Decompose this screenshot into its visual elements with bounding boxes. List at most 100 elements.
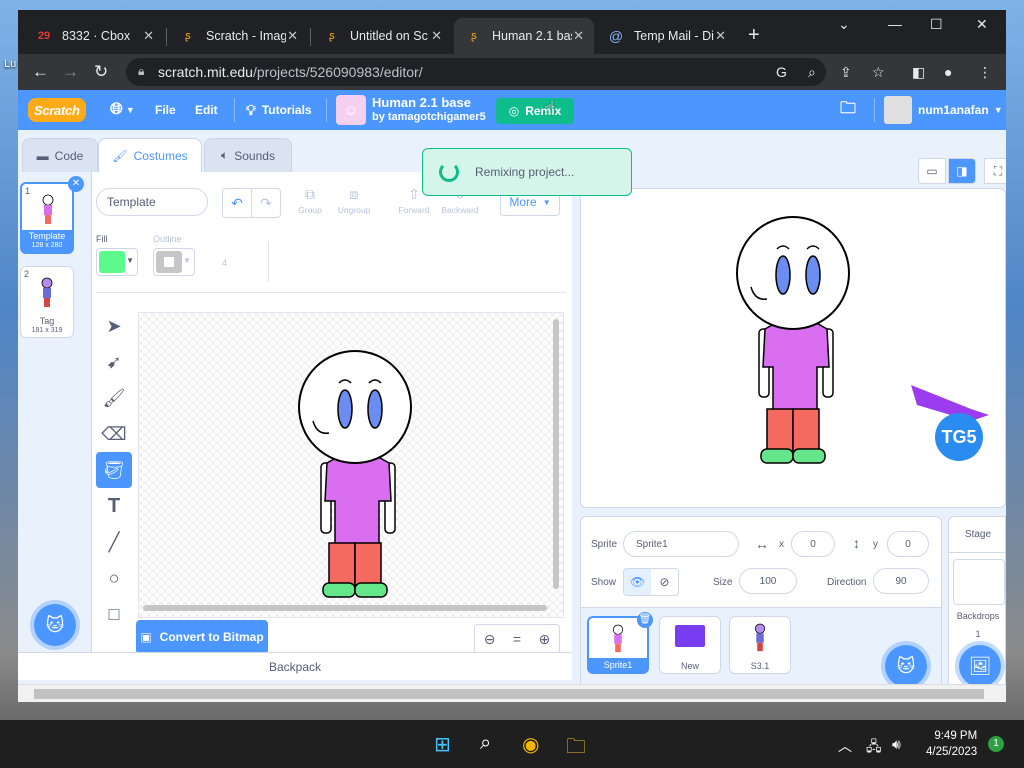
delete-costume-icon[interactable]: ✕ [68,176,84,192]
reshape-icon[interactable]: ➹ [96,344,132,380]
line-tool-icon[interactable]: ╱ [96,524,132,560]
undo-icon[interactable]: ↶ [222,188,252,218]
fill-color-picker[interactable]: ▼ [96,248,138,276]
costume-item-template[interactable]: 1 Template 128 x 280 ✕ [20,176,84,254]
close-window-icon[interactable]: ✕ [976,16,988,33]
stage-selector[interactable]: Stage Backdrops 1 🖼︎ [948,516,1006,698]
tutorials-button[interactable]: 💡︎ Tutorials [246,90,312,130]
tab-cbox[interactable]: 29 8332 · Cbox ✕ [24,18,164,54]
zoom-in-icon[interactable]: ⊕ [539,631,551,648]
select-arrow-icon[interactable]: ➤ [96,308,132,344]
google-g-icon[interactable]: G [776,64,787,80]
sprite-thumb-sprite1[interactable]: Sprite1 🗑︎ [587,612,653,674]
remix-button[interactable]: ◎ Remix [496,98,574,124]
drawing-canvas[interactable] [138,312,564,618]
canvas-horizontal-scrollbar[interactable] [143,605,547,611]
tab-costumes[interactable]: 🖌︎ Costumes [98,138,202,172]
project-info[interactable]: ☺ Human 2.1 base by tamagotchigamer5 [336,90,486,130]
fill-bucket-icon[interactable]: 🪣︎ [96,452,132,488]
small-stage-icon[interactable]: ▭ [918,158,946,184]
large-stage-icon[interactable]: ◨ [948,158,976,184]
x-input[interactable]: 0 [791,531,835,557]
choose-costume-cat-icon[interactable]: 🐱︎ [34,604,76,646]
file-explorer-folder-icon[interactable]: 🗀 [566,732,586,766]
close-tab-icon[interactable]: ✕ [573,28,584,44]
fullscreen-icon[interactable]: ⛶ [984,158,1006,184]
my-stuff-folder-icon[interactable]: 🗀 [840,90,856,130]
costume-item-tag[interactable]: 2 Tag 181 x 319 [20,266,74,338]
y-input[interactable]: 0 [887,531,929,557]
group-button[interactable]: ⧉ Group [290,186,330,215]
tab-temp-mail[interactable]: @ Temp Mail - Di ✕ [596,18,736,54]
volume-icon[interactable]: 🔊︎ [892,736,901,753]
tab-human-active[interactable]: ʂ Human 2.1 bas ✕ [454,18,594,54]
show-label: Show [591,577,617,588]
choose-backdrop-icon[interactable]: 🖼︎ [959,645,1001,687]
zoom-icon[interactable]: ⌕ [808,64,816,81]
brush-icon[interactable]: 🖌︎ [96,380,132,416]
sprite-thumb-new[interactable]: New [659,616,721,674]
edit-menu[interactable]: Edit [195,90,218,130]
convert-to-bitmap-button[interactable]: ▣ Convert to Bitmap [136,620,268,654]
tab-scratch-imag[interactable]: ʂ Scratch - Imag ✕ [168,18,308,54]
side-panel-icon[interactable]: ◧ [912,64,925,81]
sprite-thumb-s31[interactable]: S3.1 [729,616,791,674]
stage[interactable]: TG5 [580,188,1006,508]
size-input[interactable]: 100 [739,568,797,594]
zoom-reset-icon[interactable]: = [513,631,521,647]
outline-color-picker[interactable]: ▼ [153,248,195,276]
reload-icon[interactable]: ↻ [94,62,108,82]
direction-input[interactable]: 90 [873,568,929,594]
text-tool-icon[interactable]: T [96,488,132,524]
kebab-menu-icon[interactable]: ⋮ [978,64,992,81]
minimize-icon[interactable]: — [888,16,902,32]
zoom-out-icon[interactable]: ⊖ [484,631,496,648]
scrollbar-thumb[interactable] [34,689,984,699]
close-tab-icon[interactable]: ✕ [143,28,154,44]
tab-title: 8332 · Cbox [62,29,131,43]
profile-icon[interactable]: ● [944,64,952,80]
delete-sprite-icon[interactable]: 🗑︎ [637,612,653,628]
tab-sounds[interactable]: 🔈︎ Sounds [204,138,292,172]
back-arrow-icon[interactable]: ← [32,62,49,82]
ungroup-button[interactable]: ⧈ Ungroup [334,186,374,215]
network-icon[interactable]: 🖧︎ [866,736,882,760]
maximize-icon[interactable]: ☐ [930,16,943,33]
eye-visible-icon[interactable]: 👁︎ [624,569,651,595]
circle-tool-icon[interactable]: ○ [96,560,132,596]
close-tab-icon[interactable]: ✕ [431,28,442,44]
scratch-logo[interactable]: Scratch [28,98,86,122]
chevron-up-icon[interactable]: ︿ [838,736,852,756]
tab-code[interactable]: ▬ Code [22,138,98,172]
system-clock[interactable]: 9:49 PM 4/25/2023 [926,728,977,760]
address-bar[interactable]: 🔒︎ scratch.mit.edu/projects/526090983/ed… [126,58,826,86]
eraser-icon[interactable]: ⌫ [96,416,132,452]
canvas-vertical-scrollbar[interactable] [553,319,559,589]
search-icon[interactable]: ⌕ [480,732,491,755]
backpack-bar[interactable]: Backpack [18,652,572,680]
windows-start-icon[interactable]: ⊞ [434,732,451,757]
outline-size-input[interactable]: 4 [222,258,227,268]
tab-untitled[interactable]: ʂ Untitled on Sc ✕ [312,18,452,54]
tab-search-chevron-icon[interactable]: ⌄ [838,16,850,33]
forward-arrow-icon[interactable]: → [62,62,79,82]
notification-badge[interactable]: 1 [988,736,1004,752]
choose-sprite-cat-icon[interactable]: 🐱︎ [885,645,927,687]
file-menu[interactable]: File [155,90,176,130]
sprite-name-input[interactable]: Sprite1 [623,531,739,557]
language-globe-icon[interactable]: 🌐︎ ▼ [110,90,135,130]
close-tab-icon[interactable]: ✕ [715,28,726,44]
chrome-icon[interactable]: ◉ [522,732,539,757]
desktop-icon-label[interactable]: Lu [4,58,16,70]
eye-hidden-icon[interactable]: ⊘ [651,569,678,595]
account-menu[interactable]: num1anafan ▼ [884,90,1003,130]
new-tab-plus-icon[interactable]: + [748,24,760,47]
costume-name: Template [28,231,66,241]
costume-name-input[interactable]: Template [96,188,208,216]
redo-icon[interactable]: ↷ [251,188,281,218]
close-tab-icon[interactable]: ✕ [287,28,298,44]
rectangle-tool-icon[interactable]: □ [96,596,132,632]
share-icon[interactable]: ⇪ [840,64,852,81]
page-horizontal-scrollbar[interactable] [18,684,1006,702]
bookmark-star-icon[interactable]: ☆ [872,64,885,81]
